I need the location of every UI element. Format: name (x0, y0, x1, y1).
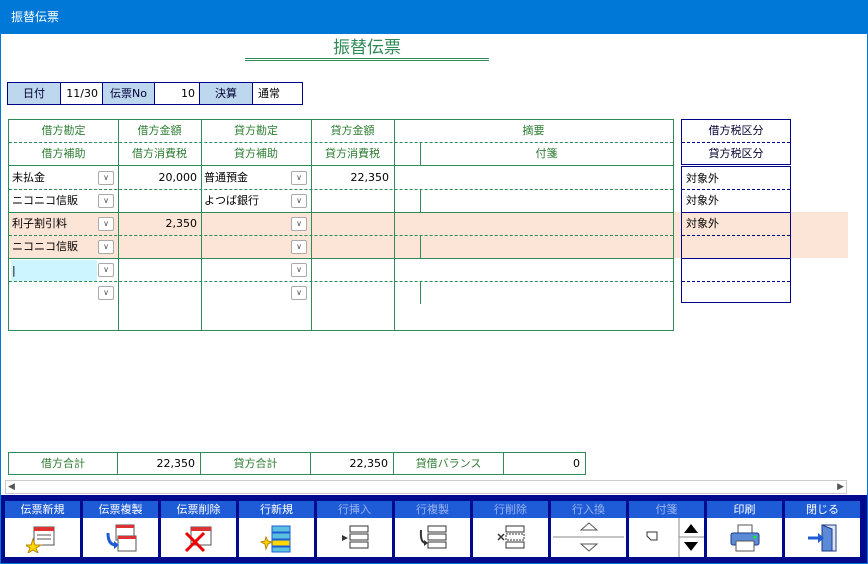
new-row-label: 行新規 (239, 501, 314, 518)
row1-credit-account[interactable]: 普通預金 (204, 167, 248, 188)
col-credit-sub: 貸方補助 (234, 147, 278, 160)
settlement-field[interactable]: 通常 (253, 83, 302, 104)
tag-label: 付箋 (629, 501, 704, 518)
row1-credit-amount[interactable]: 22,350 (314, 167, 390, 188)
swap-row-button[interactable]: 行入換 (551, 501, 626, 557)
insert-row-button[interactable]: 行挿入 (317, 501, 392, 557)
row1-credit-sub[interactable]: よつば銀行 (204, 190, 259, 211)
settlement-label: 決算 (200, 83, 253, 104)
row3-debit-account-input[interactable]: | (11, 260, 97, 281)
print-button[interactable]: 印刷 (707, 501, 782, 557)
col-credit-account: 貸方勘定 (234, 124, 278, 137)
row1-credit-tax-category[interactable]: 対象外 (686, 190, 719, 211)
new-voucher-button[interactable]: 伝票新規 (5, 501, 80, 557)
close-button[interactable]: 閉じる (785, 501, 860, 557)
printer-icon (707, 518, 782, 557)
tag-icon (629, 518, 704, 557)
exit-door-icon (785, 518, 860, 557)
tax-category-header: 借方税区分 貸方税区分 (681, 119, 791, 165)
chevron-down-icon[interactable]: ∨ (98, 240, 114, 254)
col-summary: 摘要 (522, 124, 545, 137)
toolbar: 伝票新規 伝票複製 伝票削除 行新規 行挿入 行複製 行削除 行入換 付箋 印刷… (1, 495, 867, 563)
date-label: 日付 (8, 83, 61, 104)
credit-total-value: 22,350 (311, 453, 394, 474)
row2-debit-sub[interactable]: ニコニコ信販 (12, 236, 78, 257)
close-label: 閉じる (785, 501, 860, 518)
swap-row-icon (551, 518, 626, 557)
new-voucher-icon (5, 518, 80, 557)
delete-voucher-icon (161, 518, 236, 557)
journal-grid: 借方勘定 借方金額 貸方勘定 貸方金額 摘要 借方補助 借方消費税 貸方補助 貸… (8, 119, 674, 331)
col-debit-tax-category: 借方税区分 (708, 124, 764, 137)
credit-total-label: 貸方合計 (201, 453, 311, 474)
row2-debit-amount[interactable]: 2,350 (121, 213, 198, 234)
row1-debit-sub[interactable]: ニコニコ信販 (12, 190, 78, 211)
voucher-no-label: 伝票No (103, 83, 155, 104)
delete-voucher-label: 伝票削除 (161, 501, 236, 518)
chevron-down-icon[interactable]: ∨ (291, 171, 307, 185)
chevron-down-icon[interactable]: ∨ (291, 240, 307, 254)
date-field[interactable]: 11/30 (61, 83, 103, 104)
copy-voucher-label: 伝票複製 (83, 501, 158, 518)
window-title: 振替伝票 (1, 1, 867, 34)
tax-category-column: 対象外 対象外 対象外 (681, 166, 791, 303)
row2-debit-account[interactable]: 利子割引料 (12, 213, 67, 234)
delete-row-icon (473, 518, 548, 557)
col-debit-tax: 借方消費税 (132, 147, 187, 160)
col-debit-sub: 借方補助 (41, 147, 86, 160)
row2-debit-tax-category[interactable]: 対象外 (686, 213, 719, 234)
totals-bar: 借方合計 22,350 貸方合計 22,350 貸借バランス 0 (8, 452, 586, 475)
col-debit-account: 借方勘定 (41, 124, 86, 137)
balance-value: 0 (573, 457, 580, 470)
chevron-down-icon[interactable]: ∨ (98, 286, 114, 300)
delete-voucher-button[interactable]: 伝票削除 (161, 501, 236, 557)
col-credit-tax-category: 貸方税区分 (708, 147, 764, 160)
balance-label: 貸借バランス (394, 453, 504, 474)
debit-total-label: 借方合計 (9, 453, 118, 474)
chevron-down-icon[interactable]: ∨ (98, 194, 114, 208)
chevron-down-icon[interactable]: ∨ (291, 194, 307, 208)
col-tag: 付箋 (535, 147, 558, 160)
new-voucher-label: 伝票新規 (5, 501, 80, 518)
row1-debit-tax-category[interactable]: 対象外 (686, 168, 719, 189)
voucher-header: 日付 11/30 伝票No 10 決算 通常 (7, 82, 303, 105)
row1-debit-amount[interactable]: 20,000 (121, 167, 198, 188)
chevron-down-icon[interactable]: ∨ (98, 171, 114, 185)
scroll-left-icon[interactable]: ◀ (8, 481, 15, 493)
col-credit-amount: 貸方金額 (330, 124, 375, 137)
col-debit-amount: 借方金額 (137, 124, 182, 137)
swap-row-label: 行入換 (551, 501, 626, 518)
window: 振替伝票 振替伝票 日付 11/30 伝票No 10 決算 通常 借方勘定 借方… (0, 0, 868, 564)
copy-voucher-icon (83, 518, 158, 557)
col-credit-tax: 貸方消費税 (325, 147, 380, 160)
copy-row-button[interactable]: 行複製 (395, 501, 470, 557)
insert-row-label: 行挿入 (317, 501, 392, 518)
horizontal-scrollbar[interactable]: ◀ ▶ (5, 480, 847, 494)
chevron-down-icon[interactable]: ∨ (291, 263, 307, 277)
chevron-down-icon[interactable]: ∨ (98, 263, 114, 277)
voucher-no-field[interactable]: 10 (155, 83, 200, 104)
right-margin (849, 35, 867, 480)
new-row-icon (239, 518, 314, 557)
delete-row-button[interactable]: 行削除 (473, 501, 548, 557)
chevron-down-icon[interactable]: ∨ (291, 217, 307, 231)
insert-row-icon (317, 518, 392, 557)
copy-row-label: 行複製 (395, 501, 470, 518)
chevron-down-icon[interactable]: ∨ (291, 286, 307, 300)
new-row-button[interactable]: 行新規 (239, 501, 314, 557)
row1-debit-account[interactable]: 未払金 (12, 167, 45, 188)
print-label: 印刷 (707, 501, 782, 518)
copy-voucher-button[interactable]: 伝票複製 (83, 501, 158, 557)
scroll-right-icon[interactable]: ▶ (837, 481, 844, 493)
page-title: 振替伝票 (245, 37, 489, 61)
copy-row-icon (395, 518, 470, 557)
debit-total-value: 22,350 (118, 453, 201, 474)
delete-row-label: 行削除 (473, 501, 548, 518)
chevron-down-icon[interactable]: ∨ (98, 217, 114, 231)
tag-button[interactable]: 付箋 (629, 501, 704, 557)
